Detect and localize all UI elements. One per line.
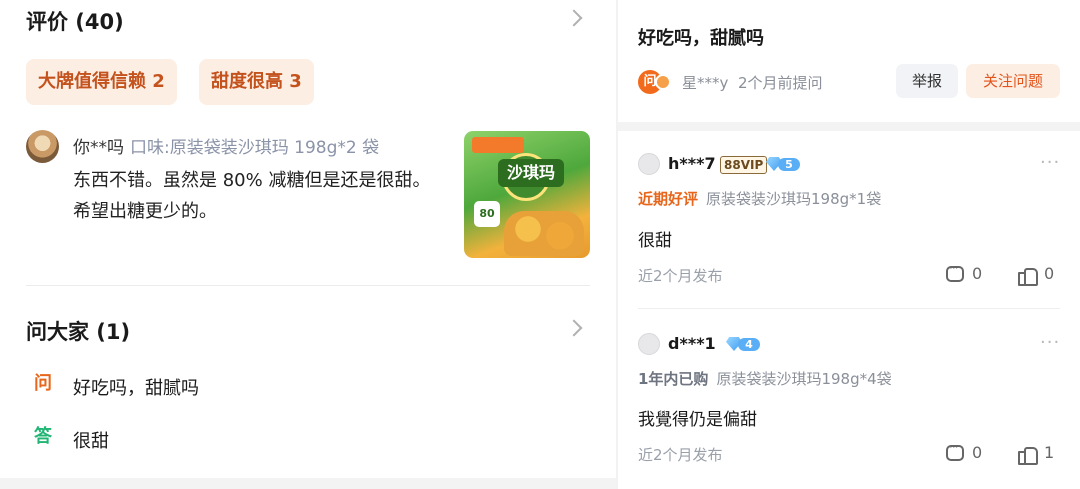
comment-button[interactable]: 0 <box>946 261 983 283</box>
answer-time: 近2个月发布 <box>638 446 723 464</box>
answer-meta: 1年内已购 原装袋装沙琪玛198g*4袋 <box>638 368 892 389</box>
section-band <box>618 122 1080 131</box>
level-number: 5 <box>778 158 800 171</box>
review-product-image[interactable]: 沙琪玛 80 <box>464 131 590 258</box>
report-button[interactable]: 举报 <box>896 64 958 98</box>
level-badge: 4 <box>726 336 762 352</box>
thumbs-up-icon <box>1018 266 1038 286</box>
section-divider <box>26 285 590 286</box>
comment-count: 0 <box>972 443 983 462</box>
vip-badge: 88VIP <box>720 156 768 174</box>
answer-spec: 原装袋装沙琪玛198g*1袋 <box>706 190 882 208</box>
review-tag-brand[interactable]: 大牌值得信赖 2 <box>26 59 177 105</box>
reviews-title[interactable]: 评价 (40) <box>26 6 124 36</box>
answer-icon: 答 <box>34 426 52 447</box>
review-header: 你**吗 口味:原装袋装沙琪玛 198g*2 袋 <box>73 133 379 158</box>
answer-text[interactable]: 很甜 <box>638 226 672 251</box>
reviewer-avatar <box>26 130 59 163</box>
question-title: 好吃吗，甜腻吗 <box>638 28 764 49</box>
like-count: 0 <box>1044 264 1055 283</box>
follow-question-button[interactable]: 关注问题 <box>966 64 1060 98</box>
purchased-badge: 1年内已购 <box>638 370 709 388</box>
recent-review-badge: 近期好评 <box>638 190 699 208</box>
answer-time: 近2个月发布 <box>638 267 723 285</box>
review-text[interactable]: 东西不错。虽然是 80% 减糖但是还是很甜。希望出糖更少的。 <box>73 165 433 227</box>
image-badge <box>472 137 524 153</box>
answer-spec: 原装袋装沙琪玛198g*4袋 <box>716 370 892 388</box>
review-tag-sweetness[interactable]: 甜度很高 3 <box>199 59 314 105</box>
answerer-avatar <box>638 153 660 175</box>
comment-count: 0 <box>972 264 983 283</box>
more-icon[interactable]: ··· <box>1040 152 1060 173</box>
qa-answer[interactable]: 很甜 <box>73 427 109 453</box>
like-button[interactable]: 0 <box>1018 264 1055 286</box>
asker-avatar-secondary <box>655 74 671 90</box>
question-time: 2个月前提问 <box>737 74 823 92</box>
asker-meta: 星***y 2个月前提问 <box>682 72 822 93</box>
comment-button[interactable]: 0 <box>946 440 983 462</box>
review-flavor: 口味:原装袋装沙琪玛 198g*2 袋 <box>130 138 380 158</box>
qa-title[interactable]: 问大家 (1) <box>26 316 130 346</box>
question-detail-panel: 好吃吗，甜腻吗 问 星***y 2个月前提问 举报 关注问题 h***7 88V… <box>618 0 1080 489</box>
answer-text[interactable]: 我覺得仍是偏甜 <box>638 405 757 430</box>
asker-name: 星***y <box>682 74 729 92</box>
comment-icon <box>946 440 964 461</box>
answerer-name[interactable]: h***7 <box>668 154 716 173</box>
reviewer-name: 你**吗 <box>73 138 124 158</box>
product-reviews-panel: 评价 (40) 大牌值得信赖 2 甜度很高 3 你**吗 口味:原装袋装沙琪玛 1… <box>0 0 616 489</box>
like-button[interactable]: 1 <box>1018 443 1055 465</box>
question-icon: 问 <box>34 373 52 394</box>
answerer-name[interactable]: d***1 <box>668 334 716 353</box>
answerer-avatar <box>638 333 660 355</box>
bottom-separator <box>0 478 616 489</box>
answer-meta: 近期好评 原装袋装沙琪玛198g*1袋 <box>638 188 881 209</box>
image-product-name: 沙琪玛 <box>498 159 564 187</box>
more-icon[interactable]: ··· <box>1040 332 1060 353</box>
image-snack <box>504 211 584 256</box>
chevron-right-icon[interactable] <box>565 319 583 337</box>
chevron-right-icon[interactable] <box>565 9 583 27</box>
like-count: 1 <box>1044 443 1055 462</box>
level-badge: 5 <box>766 156 802 172</box>
thumbs-up-icon <box>1018 445 1038 465</box>
comment-icon <box>946 261 964 282</box>
qa-question[interactable]: 好吃吗，甜腻吗 <box>73 374 199 400</box>
answer-divider <box>638 308 1060 309</box>
image-number: 80 <box>474 201 500 227</box>
level-number: 4 <box>738 338 760 351</box>
